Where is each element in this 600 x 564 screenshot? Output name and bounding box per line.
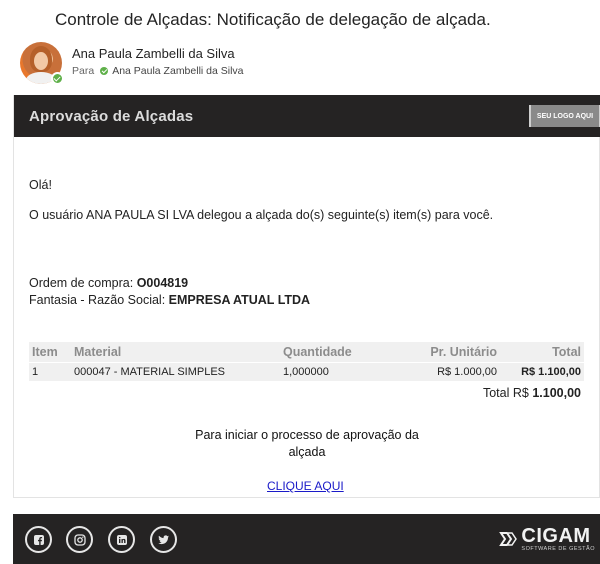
- items-table: Item Material Quantidade Pr. Unitário To…: [29, 342, 584, 381]
- facebook-icon[interactable]: [25, 526, 52, 553]
- email-body: Aprovação de Alçadas SEU LOGO AQUI Olá! …: [13, 95, 600, 498]
- column-header-item: Item: [32, 345, 58, 359]
- cell-item: 1: [32, 366, 39, 378]
- presence-available-icon: [51, 72, 64, 85]
- total-label: Total R$: [482, 386, 533, 400]
- order-value: O004819: [136, 276, 189, 290]
- delegation-message: O usuário ANA PAULA SI LVA delegou a alç…: [29, 208, 494, 222]
- greeting-text: Olá!: [29, 178, 52, 192]
- order-label: Ordem de compra:: [29, 276, 137, 290]
- brand-name: CIGAM: [521, 524, 591, 547]
- logo-placeholder: SEU LOGO AQUI: [529, 105, 600, 127]
- table-header-row: Item Material Quantidade Pr. Unitário To…: [29, 342, 584, 362]
- company-value: EMPRESA ATUAL LTDA: [168, 293, 311, 307]
- cta-instruction: Para iniciar o processo de aprovação da …: [195, 428, 419, 459]
- grand-total: Total R$ 1.100,00: [29, 386, 581, 400]
- column-header-unit-price: Pr. Unitário: [430, 345, 497, 359]
- company-label: Fantasia - Razão Social:: [29, 293, 169, 307]
- recipient-name[interactable]: Ana Paula Zambelli da Silva: [112, 65, 243, 77]
- cell-total: R$ 1.100,00: [521, 366, 581, 378]
- column-header-material: Material: [74, 345, 122, 359]
- email-header-title: Aprovação de Alçadas: [29, 108, 194, 125]
- recipient-presence-icon: [100, 67, 109, 75]
- column-header-quantity: Quantidade: [283, 345, 352, 359]
- recipient-line: Para Ana Paula Zambelli da Silva: [72, 65, 244, 77]
- table-row: 1 000047 - MATERIAL SIMPLES 1,000000 R$ …: [29, 362, 584, 381]
- brand-tagline: SOFTWARE DE GESTÃO: [521, 545, 595, 552]
- to-label: Para: [72, 65, 95, 77]
- cell-material: 000047 - MATERIAL SIMPLES: [74, 366, 226, 378]
- email-subject: Controle de Alçadas: Notificação de dele…: [55, 10, 491, 29]
- cigam-logo: CIGAM SOFTWARE DE GESTÃO: [499, 526, 595, 552]
- column-header-total: Total: [552, 345, 581, 359]
- total-value: 1.100,00: [532, 386, 581, 400]
- cigam-mark-icon: [499, 529, 519, 549]
- instagram-icon[interactable]: [66, 526, 93, 553]
- approve-link[interactable]: CLIQUE AQUI: [267, 479, 344, 493]
- email-header-bar: Aprovação de Alçadas SEU LOGO AQUI: [14, 95, 600, 137]
- cell-quantity: 1,000000: [283, 366, 329, 378]
- linkedin-icon[interactable]: [108, 526, 135, 553]
- twitter-icon[interactable]: [150, 526, 177, 553]
- sender-name[interactable]: Ana Paula Zambelli da Silva: [72, 46, 235, 61]
- company-line: Fantasia - Razão Social: EMPRESA ATUAL L…: [29, 293, 310, 307]
- email-footer: CIGAM SOFTWARE DE GESTÃO: [13, 514, 600, 564]
- cell-unit-price: R$ 1.000,00: [437, 366, 497, 378]
- purchase-order-line: Ordem de compra: O004819: [29, 276, 188, 290]
